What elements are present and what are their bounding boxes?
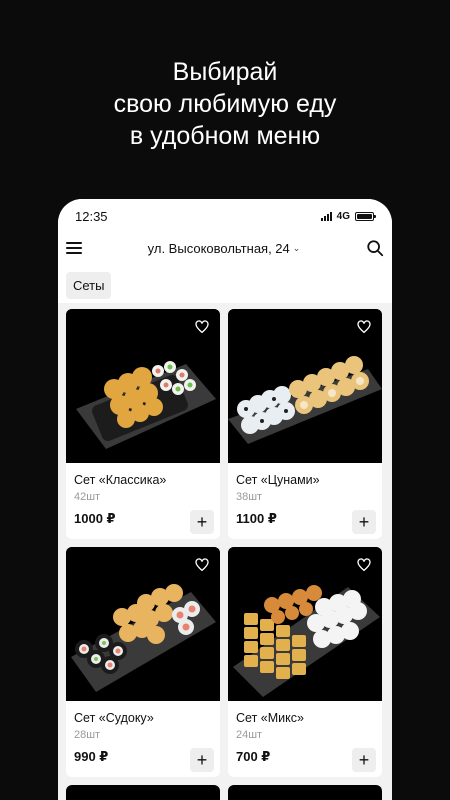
product-card[interactable]: Сет «Цунами» 38шт 1100 ₽ + <box>228 309 382 539</box>
product-quantity: 28шт <box>74 729 101 741</box>
product-card[interactable]: Сет «Судоку» 28шт 990 ₽ + <box>66 547 220 777</box>
battery-icon <box>355 211 376 221</box>
status-icons: 4G <box>320 210 376 222</box>
promo-headline: Выбирай свою любимую еду в удобном меню <box>0 56 450 152</box>
status-bar: 12:35 4G <box>58 199 392 233</box>
network-type: 4G <box>336 210 350 222</box>
category-tabs: Сеты <box>58 263 392 303</box>
product-grid: Сет «Классика» 42шт 1000 ₽ + Сет «Цунами… <box>58 303 392 800</box>
product-price: 990 ₽ <box>74 749 109 764</box>
product-name: Сет «Классика» <box>74 473 167 487</box>
product-name: Сет «Цунами» <box>236 473 320 487</box>
add-to-cart-button[interactable]: + <box>352 510 376 534</box>
heart-icon[interactable] <box>194 557 210 573</box>
phone-screen: 12:35 4G ул. Высоковольтная, 24 ⌄ Сеты С… <box>58 199 392 800</box>
signal-icon <box>320 211 332 221</box>
promo-line-1: Выбирай <box>172 58 278 86</box>
heart-icon[interactable] <box>356 319 372 335</box>
product-card-partial[interactable] <box>66 785 220 800</box>
product-card-partial[interactable] <box>228 785 382 800</box>
product-price: 700 ₽ <box>236 749 271 764</box>
product-price: 1100 ₽ <box>236 511 277 526</box>
app-header: ул. Высоковольтная, 24 ⌄ <box>58 233 392 263</box>
promo-line-3: в удобном меню <box>129 122 321 150</box>
menu-icon[interactable] <box>66 242 82 254</box>
add-to-cart-button[interactable]: + <box>190 748 214 772</box>
chevron-down-icon: ⌄ <box>292 242 301 253</box>
address-selector[interactable]: ул. Высоковольтная, 24 ⌄ <box>148 241 301 256</box>
category-chip-sets[interactable]: Сеты <box>66 272 112 299</box>
product-card[interactable]: Сет «Классика» 42шт 1000 ₽ + <box>66 309 220 539</box>
product-quantity: 24шт <box>236 729 263 741</box>
promo-line-2: свою любимую еду <box>113 90 337 118</box>
address-text: ул. Высоковольтная, 24 <box>147 240 290 256</box>
search-icon[interactable] <box>366 239 384 257</box>
product-card[interactable]: Сет «Микс» 24шт 700 ₽ + <box>228 547 382 777</box>
add-to-cart-button[interactable]: + <box>190 510 214 534</box>
product-name: Сет «Микс» <box>236 711 304 725</box>
product-name: Сет «Судоку» <box>74 711 154 725</box>
product-quantity: 38шт <box>236 491 263 503</box>
product-quantity: 42шт <box>74 491 101 503</box>
heart-icon[interactable] <box>194 319 210 335</box>
product-price: 1000 ₽ <box>74 511 116 526</box>
add-to-cart-button[interactable]: + <box>352 748 376 772</box>
heart-icon[interactable] <box>356 557 372 573</box>
status-time: 12:35 <box>75 208 108 224</box>
